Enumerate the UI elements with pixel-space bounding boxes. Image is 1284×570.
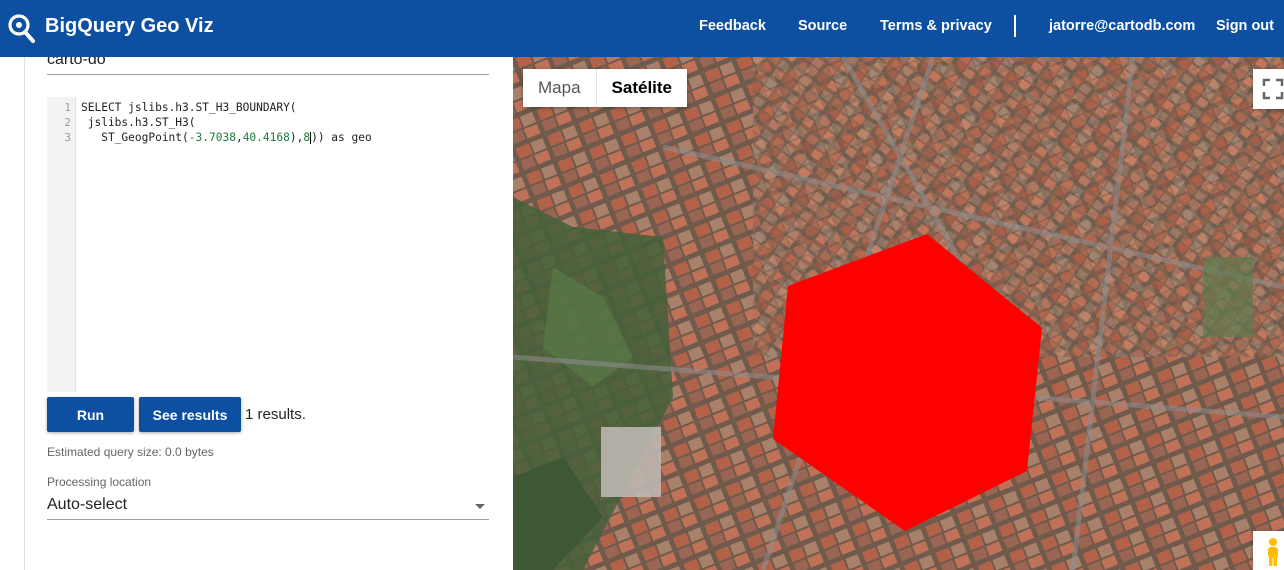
code-alias: )) as geo xyxy=(311,131,372,144)
code-close: ), xyxy=(289,131,304,144)
code-fn-call: ST_GeogPoint( xyxy=(81,131,189,144)
satellite-imagery xyxy=(513,57,1284,570)
processing-location-value: Auto-select xyxy=(47,496,128,513)
street-view-button[interactable] xyxy=(1253,531,1284,570)
map-type-map-button[interactable]: Mapa xyxy=(523,69,596,107)
query-panel: carto-do 1 2 3 SELECT jslibs.h3.ST_H3_BO… xyxy=(0,57,513,570)
line-number: 1 xyxy=(64,101,71,114)
feedback-link[interactable]: Feedback xyxy=(699,18,766,34)
sign-out-link[interactable]: Sign out xyxy=(1216,18,1274,34)
terms-privacy-link[interactable]: Terms & privacy xyxy=(880,18,992,34)
map-type-satellite-button[interactable]: Satélite xyxy=(595,69,687,107)
fullscreen-button[interactable] xyxy=(1253,69,1284,109)
line-number-gutter: 1 2 3 xyxy=(47,97,76,392)
pegman-icon xyxy=(1268,538,1278,566)
panel-divider xyxy=(24,57,25,570)
code-number-resolution: 8 xyxy=(303,131,311,144)
line-number: 2 xyxy=(64,116,71,129)
see-results-button[interactable]: See results xyxy=(139,397,241,432)
map-pin-search-icon xyxy=(8,14,35,43)
sql-editor[interactable]: 1 2 3 SELECT jslibs.h3.ST_H3_BOUNDARY( j… xyxy=(47,97,489,392)
map-canvas[interactable]: Mapa Satélite xyxy=(513,57,1284,570)
run-button[interactable]: Run xyxy=(47,397,134,432)
estimated-query-size: Estimated query size: 0.0 bytes xyxy=(47,445,214,459)
source-link[interactable]: Source xyxy=(798,18,847,34)
project-id-underline xyxy=(47,74,489,75)
map-type-control: Mapa Satélite xyxy=(523,69,688,107)
user-email[interactable]: jatorre@cartodb.com xyxy=(1049,18,1195,34)
chevron-down-icon xyxy=(475,504,485,509)
code-line-2[interactable]: jslibs.h3.ST_H3( xyxy=(81,116,196,129)
code-line-3[interactable]: ST_GeogPoint(-3.7038,40.4168),8)) as geo xyxy=(81,131,372,144)
code-number-lat: 40.4168 xyxy=(242,131,290,144)
processing-location-label: Processing location xyxy=(47,475,152,489)
app-title: BigQuery Geo Viz xyxy=(45,15,214,37)
results-count: 1 results. xyxy=(245,406,306,423)
fullscreen-icon xyxy=(1262,78,1284,100)
nav-divider xyxy=(1014,15,1016,37)
line-number: 3 xyxy=(64,131,71,144)
top-app-bar: BigQuery Geo Viz Feedback Source Terms &… xyxy=(0,0,1284,57)
processing-location-select[interactable]: Auto-select xyxy=(47,494,489,520)
code-number-lng: -3.7038 xyxy=(188,131,236,144)
project-id-input[interactable]: carto-do xyxy=(47,57,106,69)
code-line-1[interactable]: SELECT jslibs.h3.ST_H3_BOUNDARY( xyxy=(81,101,297,114)
code-comma: , xyxy=(235,131,243,144)
